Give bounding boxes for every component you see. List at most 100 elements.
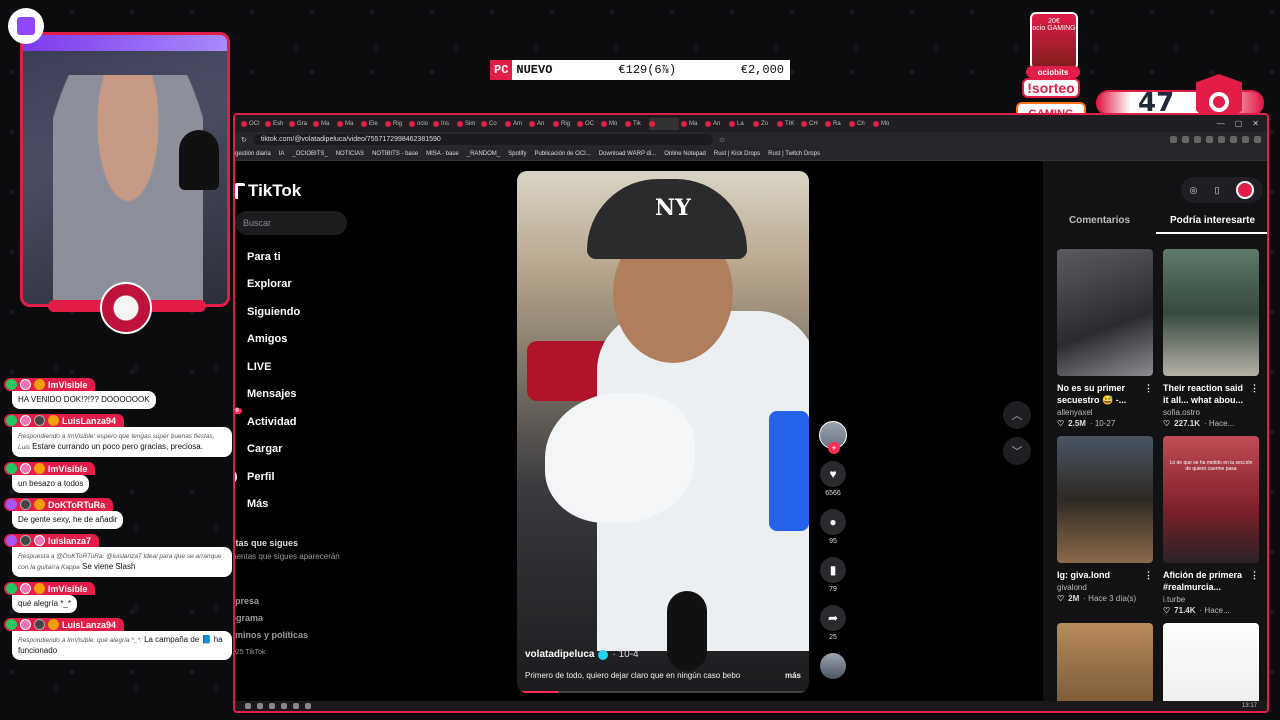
browser-tab[interactable]: Ch — [849, 118, 871, 130]
close-icon[interactable]: ✕ — [1252, 119, 1259, 128]
profile-avatar[interactable] — [1236, 181, 1255, 199]
sidebar-item-siguiendo[interactable]: ♙ Siguiendo — [235, 298, 351, 326]
save-button[interactable]: ▮ — [820, 557, 846, 583]
card-user[interactable]: sofia.ostro — [1163, 408, 1259, 417]
browser-tab[interactable]: OCI — [241, 118, 263, 130]
card-title[interactable]: Their reaction said it all... what abou.… — [1163, 382, 1250, 406]
footer-link-programa[interactable]: Programa — [235, 610, 308, 627]
card-user[interactable]: i.turbe — [1163, 595, 1259, 604]
browser-tab[interactable]: Ma — [681, 118, 703, 130]
video-thumbnail[interactable] — [1057, 249, 1153, 376]
recommended-video-card[interactable]: Their reaction said it all... what abou.… — [1163, 249, 1259, 428]
chat-username[interactable]: LuisLanza94 — [62, 416, 116, 426]
browser-tab[interactable]: Am — [505, 118, 527, 130]
bookmark-item[interactable]: _OCIOBITS_ — [292, 151, 327, 157]
extension-icon[interactable] — [1206, 136, 1213, 143]
sidebar-item-para-ti[interactable]: ⌂ Para ti — [235, 243, 351, 271]
browser-tab[interactable]: Ele — [361, 118, 383, 130]
caption-more-link[interactable]: más — [785, 671, 801, 680]
app-icon[interactable] — [305, 703, 311, 709]
card-title[interactable]: Ig: giva.lond — [1057, 569, 1110, 581]
tab-comentarios[interactable]: Comentarios — [1043, 215, 1156, 234]
browser-tab[interactable]: Ra — [825, 118, 847, 130]
device-icon[interactable]: ▯ — [1214, 185, 1219, 196]
footer-link-empresa[interactable]: Empresa — [235, 593, 308, 610]
tab-podria-interesarte[interactable]: Podría interesarte — [1156, 215, 1267, 234]
extension-icon[interactable] — [1254, 136, 1261, 143]
like-button[interactable]: ♥ — [820, 461, 846, 487]
chat-username[interactable]: luislanza7 — [48, 536, 91, 546]
extension-icon[interactable] — [1182, 136, 1189, 143]
chat-username-pill[interactable]: ImVisible — [4, 462, 96, 475]
next-video-button[interactable]: ﹀ — [1003, 437, 1031, 465]
recommended-video-card[interactable] — [1163, 623, 1259, 711]
sidebar-item-amigos[interactable]: ♟ Amigos — [235, 326, 351, 354]
app-icon[interactable] — [281, 703, 287, 709]
footer-link-terminos[interactable]: Términos y políticas — [235, 627, 308, 644]
extension-icon[interactable] — [1194, 136, 1201, 143]
bookmark-item[interactable]: _RANDOM_ — [467, 151, 500, 157]
chat-username-pill[interactable]: DoKToRTuRa — [4, 498, 114, 511]
video-author[interactable]: volatadipeluca · 10-4 — [525, 649, 639, 660]
sidebar-item-perfil[interactable]: Perfil — [235, 463, 351, 491]
bookmark-item[interactable]: MISA - base — [426, 151, 459, 157]
browser-tab[interactable]: CH — [801, 118, 823, 130]
browser-tab[interactable]: An — [529, 118, 551, 130]
compass-icon[interactable]: ◎ — [1190, 185, 1198, 196]
search-input[interactable]: Buscar — [235, 211, 347, 235]
more-options-icon[interactable]: ⋮ — [1250, 382, 1259, 406]
browser-tab[interactable]: OC — [577, 118, 599, 130]
browser-tab[interactable]: Zo — [753, 118, 775, 130]
url-input[interactable]: tiktok.com/@volatadipeluca/video/7557172… — [252, 134, 713, 145]
recommended-video-card[interactable] — [1057, 623, 1153, 711]
tiktok-logo[interactable]: TikTok — [235, 181, 301, 201]
bookmark-item[interactable]: Download WARP di... — [599, 151, 656, 157]
chat-username[interactable]: LuisLanza94 — [62, 620, 116, 630]
browser-tab[interactable]: An — [705, 118, 727, 130]
browser-tab[interactable]: Sim — [457, 118, 479, 130]
sidebar-item-más[interactable]: ···Más — [235, 491, 351, 519]
browser-tab[interactable]: Ins — [433, 118, 455, 130]
previous-video-button[interactable]: ︿ — [1003, 401, 1031, 429]
video-thumbnail[interactable]: Lo de que se ha metido en la sección de … — [1163, 436, 1259, 563]
extension-icon[interactable] — [1218, 136, 1225, 143]
bookmark-item[interactable]: Rust | Kick Drops — [714, 151, 760, 157]
card-title[interactable]: No es su primer secuestro 😅 -... — [1057, 382, 1144, 406]
bookmark-item[interactable]: Rust | Twitch Drops — [768, 151, 820, 157]
bookmark-item[interactable]: NOTIBITS - base — [372, 151, 418, 157]
bookmark-item[interactable]: NOTICIAS — [336, 151, 364, 157]
app-icon[interactable] — [269, 703, 275, 709]
chat-username[interactable]: ImVisible — [48, 584, 87, 594]
sidebar-item-actividad[interactable]: ▭50Actividad — [235, 407, 351, 436]
browser-tab[interactable]: Gra — [289, 118, 311, 130]
browser-tab[interactable]: Rig — [385, 118, 407, 130]
browser-tab[interactable]: Ma — [337, 118, 359, 130]
sidebar-item-cargar[interactable]: ⊞Cargar — [235, 436, 351, 464]
browser-tab[interactable]: TIK — [777, 118, 799, 130]
bookmark-star-icon[interactable]: ☆ — [719, 136, 725, 144]
video-thumbnail[interactable] — [1057, 623, 1153, 711]
author-name[interactable]: volatadipeluca — [525, 649, 594, 660]
bookmark-item[interactable]: Spotify — [508, 151, 526, 157]
chat-username-pill[interactable]: ImVisible — [4, 582, 96, 595]
browser-tab[interactable]: Esh — [265, 118, 287, 130]
share-button[interactable]: ➦ — [820, 605, 846, 631]
music-disc-icon[interactable] — [820, 653, 846, 679]
sidebar-item-mensajes[interactable]: ▽Mensajes — [235, 381, 351, 409]
more-options-icon[interactable]: ⋮ — [1250, 569, 1259, 593]
bookmark-item[interactable]: gestión diaria — [235, 151, 271, 157]
card-title[interactable]: Afición de primera #realmurcia... — [1163, 569, 1250, 593]
browser-tab[interactable]: Rig — [553, 118, 575, 130]
chat-username-pill[interactable]: LuisLanza94 — [4, 618, 125, 631]
chat-username-pill[interactable]: LuisLanza94 — [4, 414, 125, 427]
browser-tab[interactable]: Tik — [625, 118, 647, 130]
chat-username-pill[interactable]: ImVisible — [4, 378, 96, 391]
browser-tab[interactable]: ocio — [409, 118, 431, 130]
video-thumbnail[interactable] — [1057, 436, 1153, 563]
browser-tab[interactable]: Ma — [313, 118, 335, 130]
browser-tab[interactable]: Co — [481, 118, 503, 130]
recommended-video-card[interactable]: No es su primer secuestro 😅 -... ⋮ allenya… — [1057, 249, 1153, 428]
browser-tab[interactable] — [649, 117, 679, 130]
creator-avatar[interactable]: + — [819, 421, 847, 454]
browser-tab[interactable]: La — [729, 118, 751, 130]
